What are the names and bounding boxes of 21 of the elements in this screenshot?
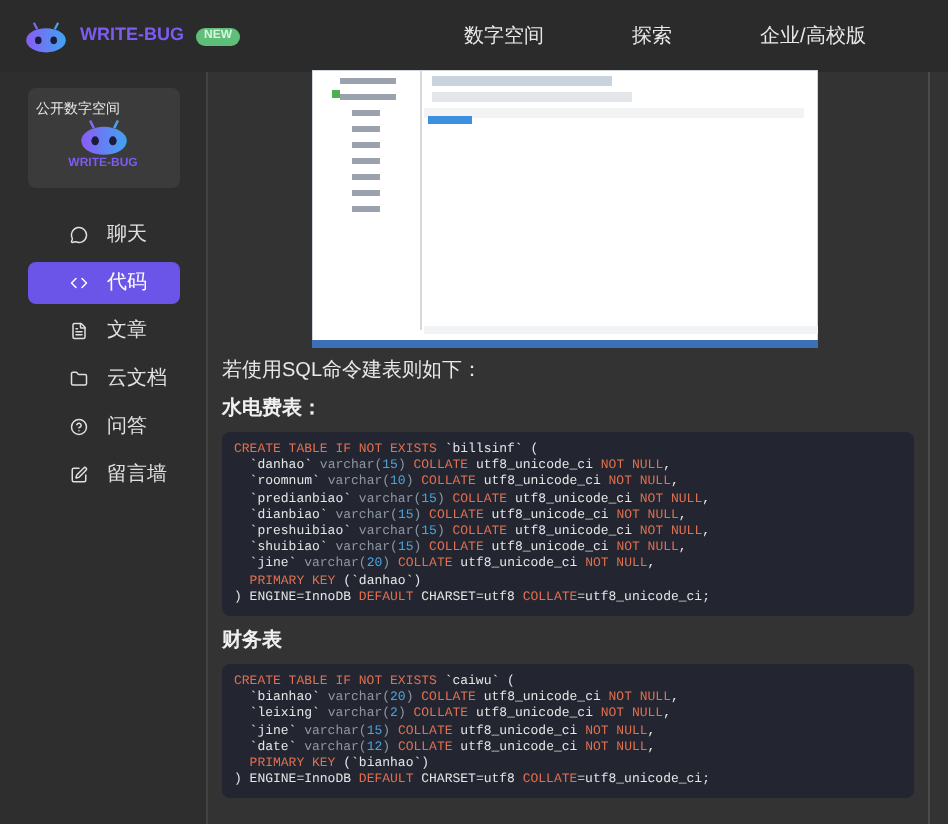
chat-icon <box>69 226 87 244</box>
nav-link[interactable]: 企业/高校版 <box>760 21 866 51</box>
sidebar-item[interactable]: 云文档 <box>27 358 179 400</box>
code-icon <box>69 274 87 292</box>
folder-icon <box>69 370 87 388</box>
nav-link[interactable]: 探索 <box>632 21 672 51</box>
sidebar-item[interactable]: 留言墙 <box>27 454 179 496</box>
logo-icon <box>24 19 68 53</box>
mascot-icon <box>77 118 129 156</box>
nav-link[interactable]: 数字空间 <box>464 21 544 51</box>
brand-name: WRITE-BUG <box>80 22 184 49</box>
section-heading: 水电费表： <box>222 396 324 422</box>
document-icon <box>69 322 87 340</box>
sidebar-item[interactable]: 聊天 <box>27 214 179 256</box>
body-text: 若使用SQL命令建表则如下： <box>222 358 485 384</box>
sidebar-item[interactable]: 代码 <box>27 262 179 304</box>
sidebar-item[interactable]: 文章 <box>27 310 179 352</box>
section-heading: 财务表 <box>222 628 284 655</box>
sidebar-item[interactable]: 问答 <box>27 406 179 448</box>
edit-icon <box>69 466 87 484</box>
question-icon <box>69 418 87 436</box>
